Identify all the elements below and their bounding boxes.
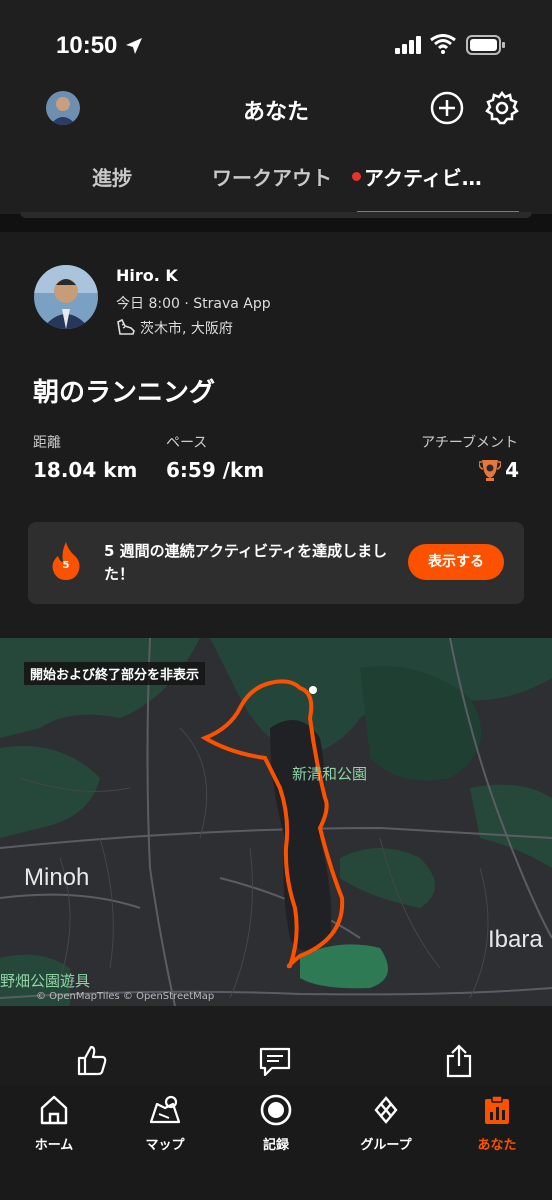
activity-meta: 今日 8:00 · Strava App — [116, 296, 271, 312]
achievements: 4 — [479, 458, 519, 482]
map-attribution: © OpenMapTiles © OpenStreetMap — [36, 991, 215, 1002]
tab-progress[interactable]: 進捗 — [92, 162, 132, 191]
nav-group-label: グループ — [360, 1138, 412, 1153]
tab-workout[interactable]: ワークアウト — [212, 162, 332, 191]
add-icon[interactable] — [430, 91, 464, 125]
show-button[interactable]: 表示する — [408, 544, 504, 580]
signal-icon — [395, 36, 421, 54]
athlete-photo — [34, 265, 98, 329]
activity-title[interactable]: 朝のランニング — [33, 372, 215, 409]
wifi-icon — [430, 34, 456, 54]
map-label-minoh: Minoh — [24, 864, 90, 891]
location-arrow-icon — [126, 38, 142, 54]
streak-text: 5 週間の連続アクティビティを達成しました！ — [104, 542, 388, 583]
share-icon[interactable] — [444, 1044, 474, 1078]
map-icon — [149, 1095, 181, 1124]
tab-activity-label: アクティビ… — [364, 166, 482, 190]
map-label-park: 新清和公園 — [292, 766, 368, 783]
nav-map-label: マップ — [145, 1138, 185, 1153]
profile-stats-icon — [485, 1095, 509, 1124]
nav-home-label: ホーム — [34, 1138, 74, 1153]
tab-bar-top: 進捗 ワークアウト アクティビ… — [0, 150, 552, 214]
notification-dot — [352, 172, 361, 181]
status-time: 10:50 — [56, 32, 118, 59]
athlete-avatar[interactable] — [34, 265, 98, 329]
pace-value: 6:59 /km — [166, 458, 265, 482]
tab-activity[interactable]: アクティビ… — [352, 162, 482, 191]
trophy-icon — [479, 460, 502, 481]
header-edge — [20, 212, 532, 218]
page-title: あなた — [242, 100, 309, 125]
gear-icon[interactable] — [484, 90, 520, 126]
nav-record-label: 記録 — [262, 1138, 289, 1153]
streak-weeks: 5 — [62, 560, 70, 571]
comment-icon[interactable] — [258, 1046, 292, 1078]
record-icon — [260, 1094, 292, 1126]
pace-label: ペース — [166, 435, 208, 451]
athlete-name[interactable]: Hiro. K — [116, 266, 178, 285]
map-label-park2: 野畑公園遊具 — [0, 973, 91, 990]
home-icon — [40, 1095, 68, 1125]
map-label-ibara: Ibara — [488, 926, 543, 953]
achievements-label: アチーブメント — [421, 435, 518, 451]
map-hidden-note: 開始および終了部分を非表示 — [24, 662, 206, 685]
distance-label: 距離 — [33, 435, 61, 451]
map-canvas — [0, 638, 552, 1006]
achievements-count: 4 — [505, 458, 519, 482]
distance-value: 18.04 km — [33, 458, 138, 482]
nav-you-label: あなた — [477, 1138, 517, 1153]
group-icon — [374, 1096, 398, 1124]
shoe-icon — [117, 318, 135, 335]
route-map[interactable] — [0, 638, 552, 1006]
activity-location: 茨木市, 大阪府 — [140, 321, 233, 337]
battery-icon — [466, 35, 505, 55]
thumbs-up-icon[interactable] — [76, 1044, 108, 1076]
